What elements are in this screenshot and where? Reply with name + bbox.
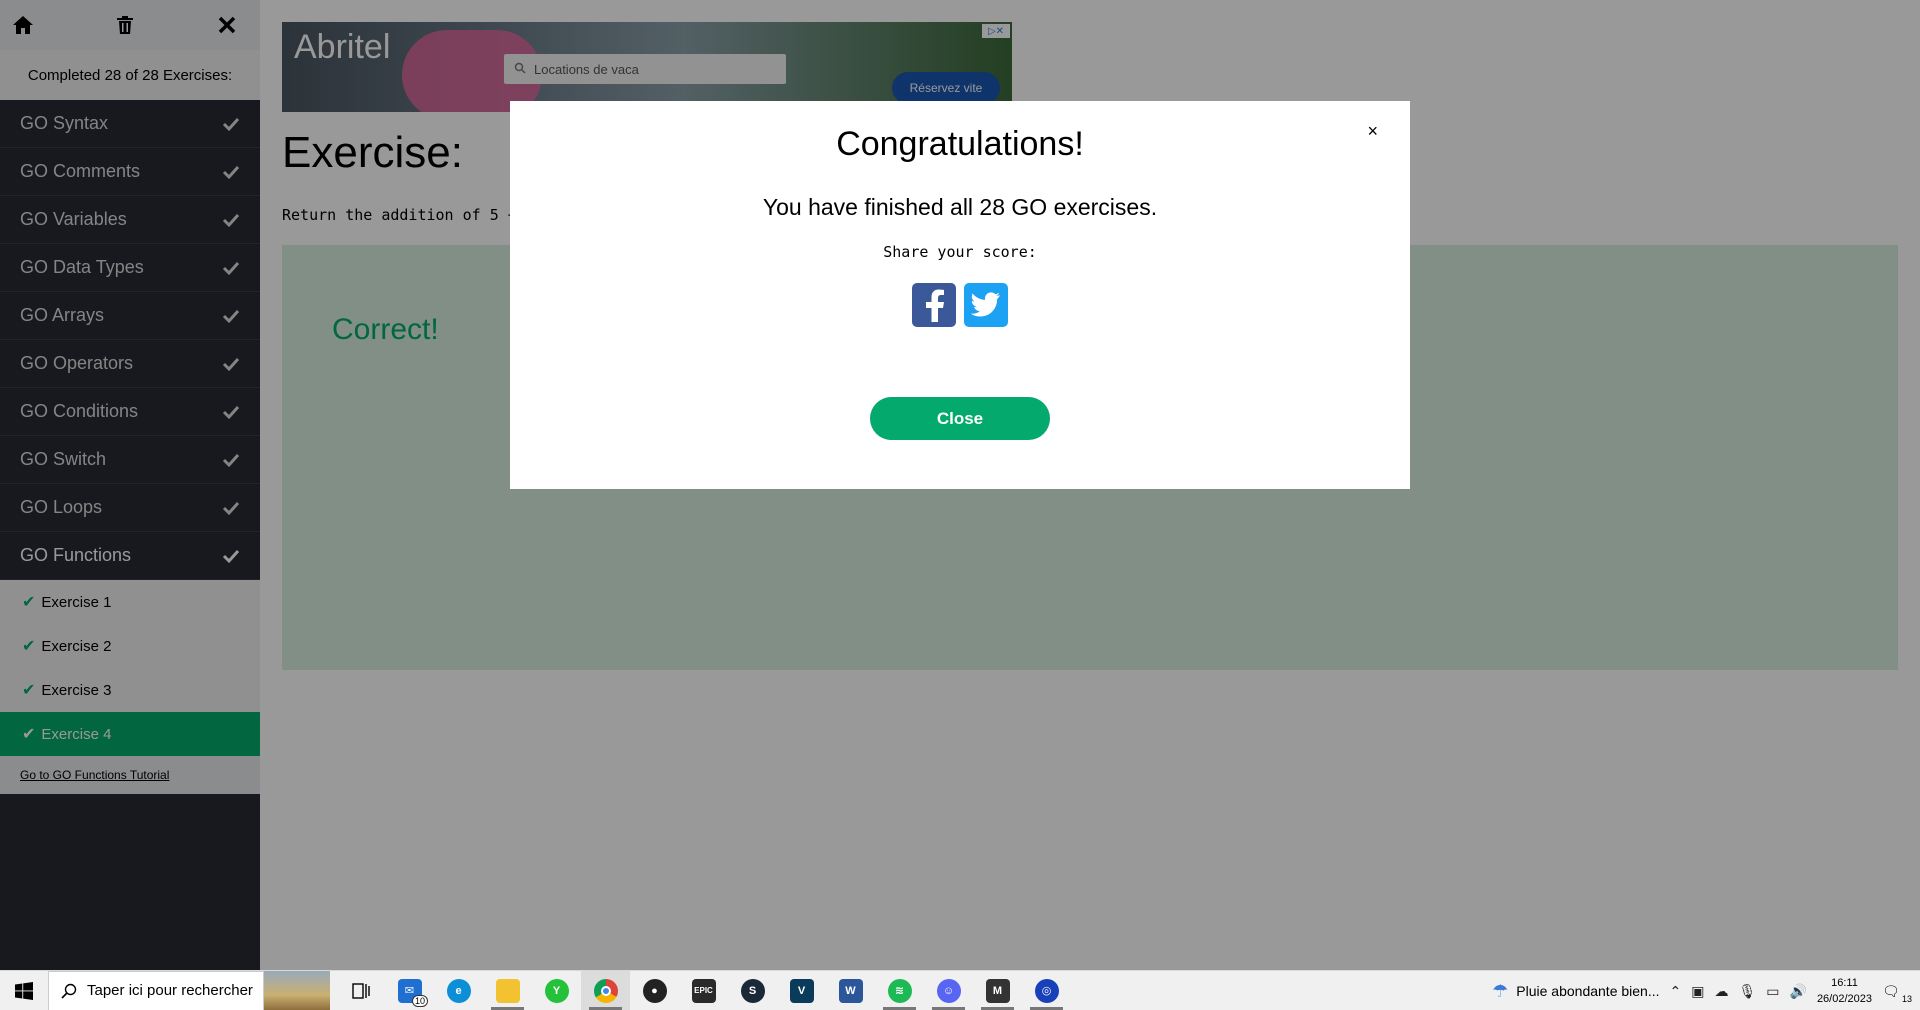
search-placeholder: Taper ici pour rechercher xyxy=(87,982,253,999)
discord-app[interactable]: ☺ xyxy=(924,971,973,1010)
game-icon: M xyxy=(985,978,1010,1003)
windows-taskbar: Taper ici pour rechercher ✉ 10 e Y ● EPIC… xyxy=(0,970,1920,1010)
start-button[interactable] xyxy=(0,971,48,1010)
chevron-up-icon[interactable]: ⌃ xyxy=(1670,983,1682,1000)
task-view-button[interactable] xyxy=(336,971,385,1010)
congratulations-modal: × Congratulations! You have finished all… xyxy=(510,101,1410,489)
system-tray: ☂ Pluie abondante bien... ⌃ ▣ ☁ 🎙 ▭ 🔊 16… xyxy=(1492,971,1920,1010)
epic-games-icon: EPIC xyxy=(691,978,716,1003)
v-icon: V xyxy=(789,978,814,1003)
app-icon: ◎ xyxy=(1034,978,1059,1003)
file-explorer-app[interactable] xyxy=(483,971,532,1010)
meet-icon[interactable]: ▣ xyxy=(1691,983,1704,1000)
social-share-buttons xyxy=(510,283,1410,327)
facebook-share-button[interactable] xyxy=(912,283,956,327)
modal-close-icon[interactable]: × xyxy=(1367,121,1378,142)
obs-app[interactable]: ● xyxy=(630,971,679,1010)
notification-icon: 🗨 xyxy=(1882,982,1900,999)
network-icon[interactable]: ▭ xyxy=(1766,983,1779,1000)
word-app[interactable]: W xyxy=(826,971,875,1010)
facebook-icon xyxy=(926,289,944,322)
search-highlight-image[interactable] xyxy=(264,970,330,1010)
mail-app[interactable]: ✉ 10 xyxy=(385,971,434,1010)
weather-text: Pluie abondante bien... xyxy=(1516,983,1660,999)
spotify-app[interactable]: ≋ xyxy=(875,971,924,1010)
spotify-icon: ≋ xyxy=(887,978,912,1003)
discord-icon: ☺ xyxy=(936,978,961,1003)
notification-count: 13 xyxy=(1901,993,1912,1004)
plant-icon: Y xyxy=(544,978,569,1003)
edge-app[interactable]: e xyxy=(434,971,483,1010)
epic-games-app[interactable]: EPIC xyxy=(679,971,728,1010)
steam-app[interactable]: S xyxy=(728,971,777,1010)
search-icon xyxy=(61,983,77,999)
blue-app[interactable]: ◎ xyxy=(1022,971,1071,1010)
microphone-icon[interactable]: 🎙 xyxy=(1738,983,1756,1000)
game-app[interactable]: M xyxy=(973,971,1022,1010)
clock[interactable]: 16:11 26/02/2023 xyxy=(1817,975,1872,1007)
edge-icon: e xyxy=(446,978,471,1003)
twitter-icon xyxy=(971,292,1000,317)
green-app[interactable]: Y xyxy=(532,971,581,1010)
chrome-icon xyxy=(593,978,618,1003)
windows-icon xyxy=(15,981,33,1000)
mail-badge: 10 xyxy=(411,994,428,1007)
modal-message: You have finished all 28 GO exercises. xyxy=(762,194,1158,220)
steam-icon: S xyxy=(740,978,765,1003)
cloud-icon[interactable]: ☁ xyxy=(1714,983,1728,1000)
twitter-share-button[interactable] xyxy=(964,283,1008,327)
weather-widget[interactable]: ☂ Pluie abondante bien... xyxy=(1492,981,1659,1002)
modal-close-button[interactable]: Close xyxy=(870,397,1050,440)
volume-icon[interactable]: 🔊 xyxy=(1790,983,1807,1000)
folder-icon xyxy=(495,978,520,1003)
v-app[interactable]: V xyxy=(777,971,826,1010)
chrome-app[interactable] xyxy=(581,970,630,1010)
modal-title: Congratulations! xyxy=(836,125,1084,163)
notification-button[interactable]: 🗨 13 xyxy=(1882,982,1912,1004)
task-view-icon xyxy=(351,982,370,999)
taskbar-apps: ✉ 10 e Y ● EPIC S V W ≋ ☺ M ◎ xyxy=(336,970,1071,1010)
word-icon: W xyxy=(838,978,863,1003)
clock-date: 26/02/2023 xyxy=(1816,993,1872,1005)
share-label: Share your score: xyxy=(883,243,1037,261)
rain-icon: ☂ xyxy=(1492,980,1509,1001)
obs-icon: ● xyxy=(642,978,667,1003)
clock-time: 16:11 xyxy=(1831,977,1858,989)
taskbar-search[interactable]: Taper ici pour rechercher xyxy=(48,970,264,1010)
